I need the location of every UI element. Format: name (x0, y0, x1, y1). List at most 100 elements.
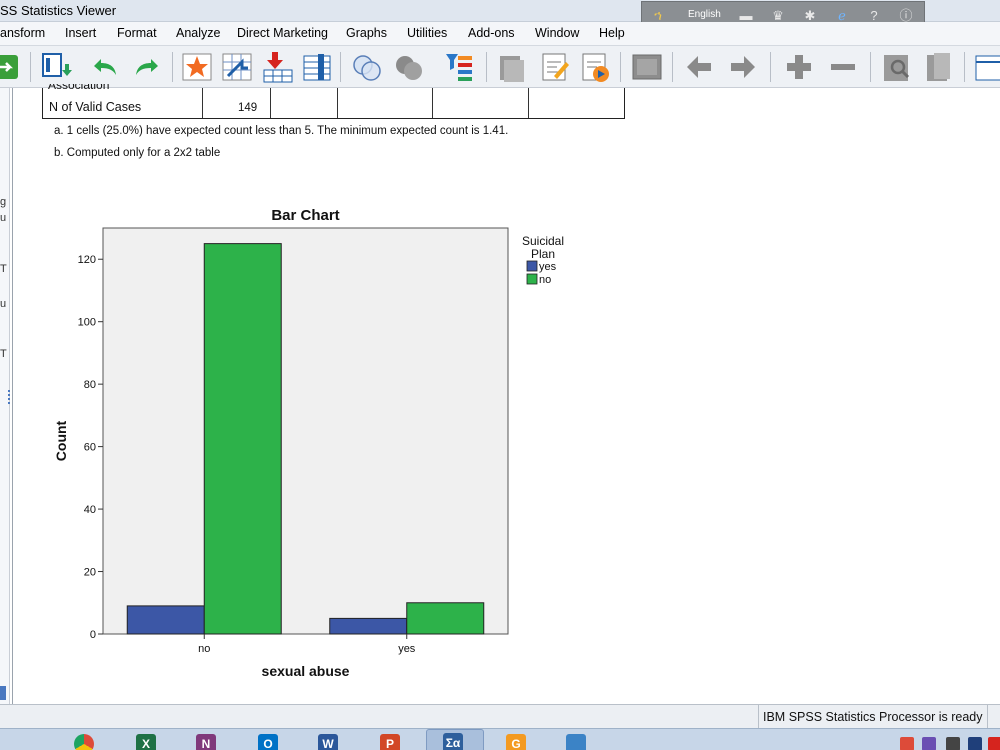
goto-data-icon[interactable] (0, 50, 24, 84)
taskbar-app[interactable]: Σα (426, 729, 484, 750)
outline-fragment: g (0, 196, 7, 208)
select-cases-icon[interactable] (442, 50, 476, 84)
legend-swatch-no (526, 273, 538, 285)
taskbar-app[interactable]: W (302, 731, 352, 750)
menu-insert[interactable]: Insert (65, 26, 96, 40)
outline-pane-edge[interactable]: g u T u T (0, 88, 10, 704)
toolbar-separator (672, 52, 673, 82)
tray-network-icon[interactable] (946, 737, 960, 750)
taskbar-app[interactable] (58, 731, 108, 750)
x-tick-label: no (198, 643, 210, 655)
menu-direct-marketing[interactable]: Direct Marketing (237, 26, 328, 40)
chrome-icon[interactable] (74, 734, 94, 750)
insert-variables-icon[interactable] (300, 50, 334, 84)
row-label: N of Valid Cases (49, 100, 142, 114)
menu-help[interactable]: Help (599, 26, 625, 40)
toolbar-separator (770, 52, 771, 82)
output-icon[interactable] (972, 50, 1000, 84)
hide-icon[interactable] (630, 50, 664, 84)
y-axis-label: Count (53, 420, 69, 461)
excel-icon[interactable]: X (136, 734, 156, 750)
redo-icon[interactable] (130, 50, 164, 84)
chi-square-table-bottom: N of Valid Cases 149 (42, 88, 625, 119)
y-tick-label: 0 (90, 629, 96, 641)
forward-arrow-icon[interactable] (726, 50, 760, 84)
menu-window[interactable]: Window (535, 26, 579, 40)
taskbar-app[interactable]: G (490, 731, 540, 750)
taskbar-app[interactable]: O (242, 731, 292, 750)
outline-fragment: T (0, 263, 7, 275)
bar-chart[interactable]: Bar Chart 0 20 40 60 80 100 120 Count no yes sexual… (40, 195, 600, 695)
picture-viewer-icon[interactable] (566, 734, 586, 750)
legend-title: Suicidal (522, 234, 564, 248)
table-cell: N of Valid Cases (43, 88, 203, 118)
menu-utilities[interactable]: Utilities (407, 26, 447, 40)
bar-no-yes (406, 602, 485, 635)
menu-analyze[interactable]: Analyze (176, 26, 220, 40)
taskbar-app[interactable] (550, 731, 600, 750)
word-icon[interactable]: W (318, 734, 338, 750)
tray-alert-icon[interactable] (988, 737, 1000, 750)
chart-title: Bar Chart (271, 207, 339, 224)
circles-icon[interactable] (392, 50, 426, 84)
scroll-marker[interactable] (0, 686, 6, 700)
y-tick-label: 60 (84, 442, 96, 454)
goto-variable-icon[interactable] (220, 50, 254, 84)
export-icon[interactable] (40, 50, 74, 84)
menu-graphs[interactable]: Graphs (346, 26, 387, 40)
row-value: 149 (238, 102, 258, 114)
toolbar-separator (172, 52, 173, 82)
menu-format[interactable]: Format (117, 26, 157, 40)
legend-swatch-yes (526, 260, 538, 272)
legend-label-no: no (539, 274, 551, 286)
x-axis-label: sexual abuse (262, 663, 350, 679)
app-orange-icon[interactable]: G (506, 734, 526, 750)
toolbar-separator (870, 52, 871, 82)
run-script-icon[interactable] (578, 50, 612, 84)
outlook-icon[interactable]: O (258, 734, 278, 750)
tray-chrome-icon[interactable] (900, 737, 914, 750)
insert-page-icon[interactable] (922, 50, 956, 84)
status-bar: IBM SPSS Statistics Processor is ready (0, 704, 1000, 729)
outline-fragment: T (0, 348, 7, 360)
tray-app-icon[interactable] (968, 737, 982, 750)
toolbar-separator (964, 52, 965, 82)
windows-taskbar: X N O W P Σα G (0, 728, 1000, 750)
taskbar-app[interactable]: N (180, 731, 230, 750)
toolbar-separator (486, 52, 487, 82)
taskbar-app[interactable]: P (364, 731, 414, 750)
spss-icon[interactable]: Σα (443, 733, 463, 750)
legend-label-yes: yes (539, 261, 557, 273)
menu-add-ons[interactable]: Add-ons (468, 26, 515, 40)
toolbar (0, 46, 1000, 88)
taskbar-app[interactable]: X (120, 731, 170, 750)
language-label[interactable]: English (688, 9, 721, 20)
collapse-icon[interactable] (826, 50, 860, 84)
back-arrow-icon[interactable] (682, 50, 716, 84)
y-tick-label: 100 (78, 317, 96, 329)
onenote-icon[interactable]: N (196, 734, 216, 750)
footnote-a: a. 1 cells (25.0%) have expected count l… (54, 125, 509, 137)
splitter-handle[interactable] (8, 390, 11, 404)
legend-title: Plan (531, 247, 555, 261)
plot-area (102, 227, 509, 635)
undo-icon[interactable] (88, 50, 122, 84)
toolbar-separator (620, 52, 621, 82)
show-icon[interactable] (880, 50, 914, 84)
menu-transform[interactable]: ansform (0, 26, 45, 40)
bar-no-no (203, 243, 282, 635)
venn-icon[interactable] (350, 50, 384, 84)
y-tick-label: 80 (84, 379, 96, 391)
bar-chart-svg: Bar Chart020406080100120Countno yessexual… (53, 207, 564, 679)
tray-pen-icon[interactable] (922, 737, 936, 750)
status-text: IBM SPSS Statistics Processor is ready (758, 705, 988, 729)
expand-icon[interactable] (782, 50, 816, 84)
designate-window-icon[interactable] (496, 50, 530, 84)
table-cell (271, 88, 338, 118)
powerpoint-icon[interactable]: P (380, 734, 400, 750)
y-tick-label: 40 (84, 504, 96, 516)
table-cell (338, 88, 433, 118)
goto-case-icon[interactable] (180, 50, 214, 84)
script-icon[interactable] (538, 50, 572, 84)
insert-cases-icon[interactable] (260, 50, 294, 84)
